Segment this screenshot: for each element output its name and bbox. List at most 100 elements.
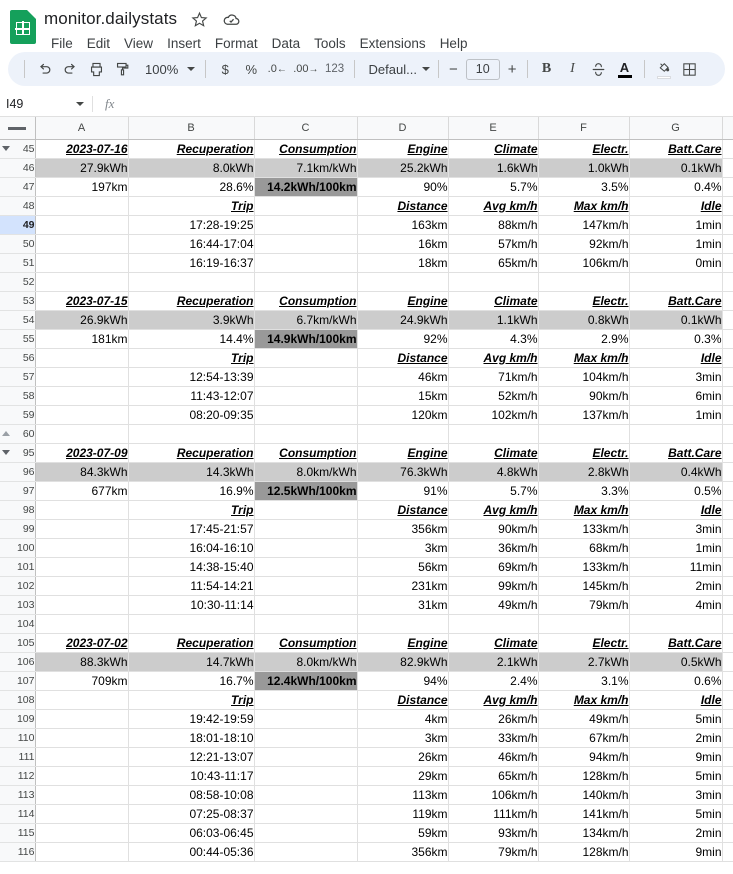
cell-E58[interactable]: 52km/h xyxy=(448,386,539,406)
cell-C102[interactable] xyxy=(254,576,358,596)
cell-D56[interactable]: Distance xyxy=(357,348,449,368)
cell-H108[interactable] xyxy=(722,690,733,710)
row-header-113[interactable]: 113 xyxy=(0,785,36,805)
cell-H51[interactable] xyxy=(722,253,733,273)
table-row[interactable]: 111 12:21-13:07 26km 46km/h 94km/h 9min xyxy=(0,747,733,767)
cell-B52[interactable] xyxy=(128,272,255,292)
cell-F104[interactable] xyxy=(538,614,630,634)
cell-H95[interactable] xyxy=(722,443,733,463)
cell-H107[interactable] xyxy=(722,671,733,691)
star-icon[interactable] xyxy=(189,9,209,29)
cell-D95[interactable]: Engine xyxy=(357,443,449,463)
cell-B55[interactable]: 14.4% xyxy=(128,329,255,349)
cell-B102[interactable]: 11:54-14:21 xyxy=(128,576,255,596)
cell-D49[interactable]: 163km xyxy=(357,215,449,235)
cell-C47[interactable]: 14.2kWh/100km xyxy=(254,177,358,197)
print-icon[interactable] xyxy=(83,56,109,82)
cell-G52[interactable] xyxy=(629,272,723,292)
cell-H53[interactable] xyxy=(722,291,733,311)
row-header-54[interactable]: 54 xyxy=(0,310,36,330)
cell-B113[interactable]: 08:58-10:08 xyxy=(128,785,255,805)
table-row[interactable]: 60 xyxy=(0,424,733,444)
row-header-105[interactable]: 105 xyxy=(0,633,36,653)
cell-D101[interactable]: 56km xyxy=(357,557,449,577)
table-row[interactable]: 57 12:54-13:39 46km 71km/h 104km/h 3min xyxy=(0,367,733,387)
cell-E55[interactable]: 4.3% xyxy=(448,329,539,349)
cell-H117[interactable] xyxy=(722,861,733,862)
cell-C97[interactable]: 12.5kWh/100km xyxy=(254,481,358,501)
cell-C52[interactable] xyxy=(254,272,358,292)
cell-D54[interactable]: 24.9kWh xyxy=(357,310,449,330)
cell-D103[interactable]: 31km xyxy=(357,595,449,615)
cell-D100[interactable]: 3km xyxy=(357,538,449,558)
row-header-99[interactable]: 99 xyxy=(0,519,36,539)
cell-F50[interactable]: 92km/h xyxy=(538,234,630,254)
cell-D102[interactable]: 231km xyxy=(357,576,449,596)
table-row[interactable]: 50 16:44-17:04 16km 57km/h 92km/h 1min xyxy=(0,234,733,254)
row-header-53[interactable]: 53 xyxy=(0,291,36,311)
cell-H98[interactable] xyxy=(722,500,733,520)
undo-icon[interactable] xyxy=(31,56,57,82)
cell-C110[interactable] xyxy=(254,728,358,748)
cell-G101[interactable]: 11min xyxy=(629,557,723,577)
cell-C59[interactable] xyxy=(254,405,358,425)
cell-A117[interactable] xyxy=(35,861,129,862)
cell-G45[interactable]: Batt.Care xyxy=(629,139,723,159)
group-expand-icon[interactable] xyxy=(2,430,10,436)
cell-B107[interactable]: 16.7% xyxy=(128,671,255,691)
row-header-97[interactable]: 97 xyxy=(0,481,36,501)
menu-view[interactable]: View xyxy=(117,34,160,53)
cell-D55[interactable]: 92% xyxy=(357,329,449,349)
cell-E59[interactable]: 102km/h xyxy=(448,405,539,425)
cell-B100[interactable]: 16:04-16:10 xyxy=(128,538,255,558)
cell-E101[interactable]: 69km/h xyxy=(448,557,539,577)
table-row[interactable]: 53 2023-07-15 Recuperation Consumption Engin… xyxy=(0,291,733,311)
row-header-117[interactable]: 117 xyxy=(0,861,36,862)
column-header-b[interactable]: B xyxy=(128,117,255,140)
cell-A51[interactable] xyxy=(35,253,129,273)
cell-A113[interactable] xyxy=(35,785,129,805)
cell-D113[interactable]: 113km xyxy=(357,785,449,805)
cell-F51[interactable]: 106km/h xyxy=(538,253,630,273)
cell-A98[interactable] xyxy=(35,500,129,520)
cell-A105[interactable]: 2023-07-02 xyxy=(35,633,129,653)
cell-F59[interactable]: 137km/h xyxy=(538,405,630,425)
table-row[interactable]: 47 197km 28.6% 14.2kWh/100km 90% 5.7% 3.5% 0.4% xyxy=(0,177,733,197)
cell-G97[interactable]: 0.5% xyxy=(629,481,723,501)
menu-insert[interactable]: Insert xyxy=(160,34,208,53)
table-row[interactable]: 101 14:38-15:40 56km 69km/h 133km/h 11min xyxy=(0,557,733,577)
row-header-50[interactable]: 50 xyxy=(0,234,36,254)
cell-G56[interactable]: Idle xyxy=(629,348,723,368)
cell-F52[interactable] xyxy=(538,272,630,292)
cell-E117[interactable] xyxy=(448,861,539,862)
cell-G96[interactable]: 0.4kWh xyxy=(629,462,723,482)
cell-E114[interactable]: 111km/h xyxy=(448,804,539,824)
name-box[interactable]: I49 xyxy=(6,97,90,111)
cell-A45[interactable]: 2023-07-16 xyxy=(35,139,129,159)
cell-C55[interactable]: 14.9kWh/100km xyxy=(254,329,358,349)
cell-B58[interactable]: 11:43-12:07 xyxy=(128,386,255,406)
cell-A106[interactable]: 88.3kWh xyxy=(35,652,129,672)
cell-A48[interactable] xyxy=(35,196,129,216)
cell-H60[interactable] xyxy=(722,424,733,444)
cell-H55[interactable] xyxy=(722,329,733,349)
cell-F95[interactable]: Electr. xyxy=(538,443,630,463)
column-header-g[interactable]: G xyxy=(629,117,723,140)
cell-C98[interactable] xyxy=(254,500,358,520)
cell-B54[interactable]: 3.9kWh xyxy=(128,310,255,330)
cell-B45[interactable]: Recuperation xyxy=(128,139,255,159)
cell-E105[interactable]: Climate xyxy=(448,633,539,653)
cloud-saved-icon[interactable] xyxy=(221,9,241,29)
cell-A101[interactable] xyxy=(35,557,129,577)
cell-E57[interactable]: 71km/h xyxy=(448,367,539,387)
zoom-control[interactable]: 100% xyxy=(135,62,199,77)
cell-F114[interactable]: 141km/h xyxy=(538,804,630,824)
cell-H102[interactable] xyxy=(722,576,733,596)
table-row[interactable]: 108 Trip Distance Avg km/h Max km/h Idle xyxy=(0,690,733,710)
table-row[interactable]: 99 17:45-21:57 356km 90km/h 133km/h 3min xyxy=(0,519,733,539)
cell-A104[interactable] xyxy=(35,614,129,634)
table-row[interactable]: 105 2023-07-02 Recuperation Consumption Engi… xyxy=(0,633,733,653)
cell-C113[interactable] xyxy=(254,785,358,805)
table-row[interactable]: 52 xyxy=(0,272,733,292)
table-row[interactable]: 114 07:25-08:37 119km 111km/h 141km/h 5min xyxy=(0,804,733,824)
